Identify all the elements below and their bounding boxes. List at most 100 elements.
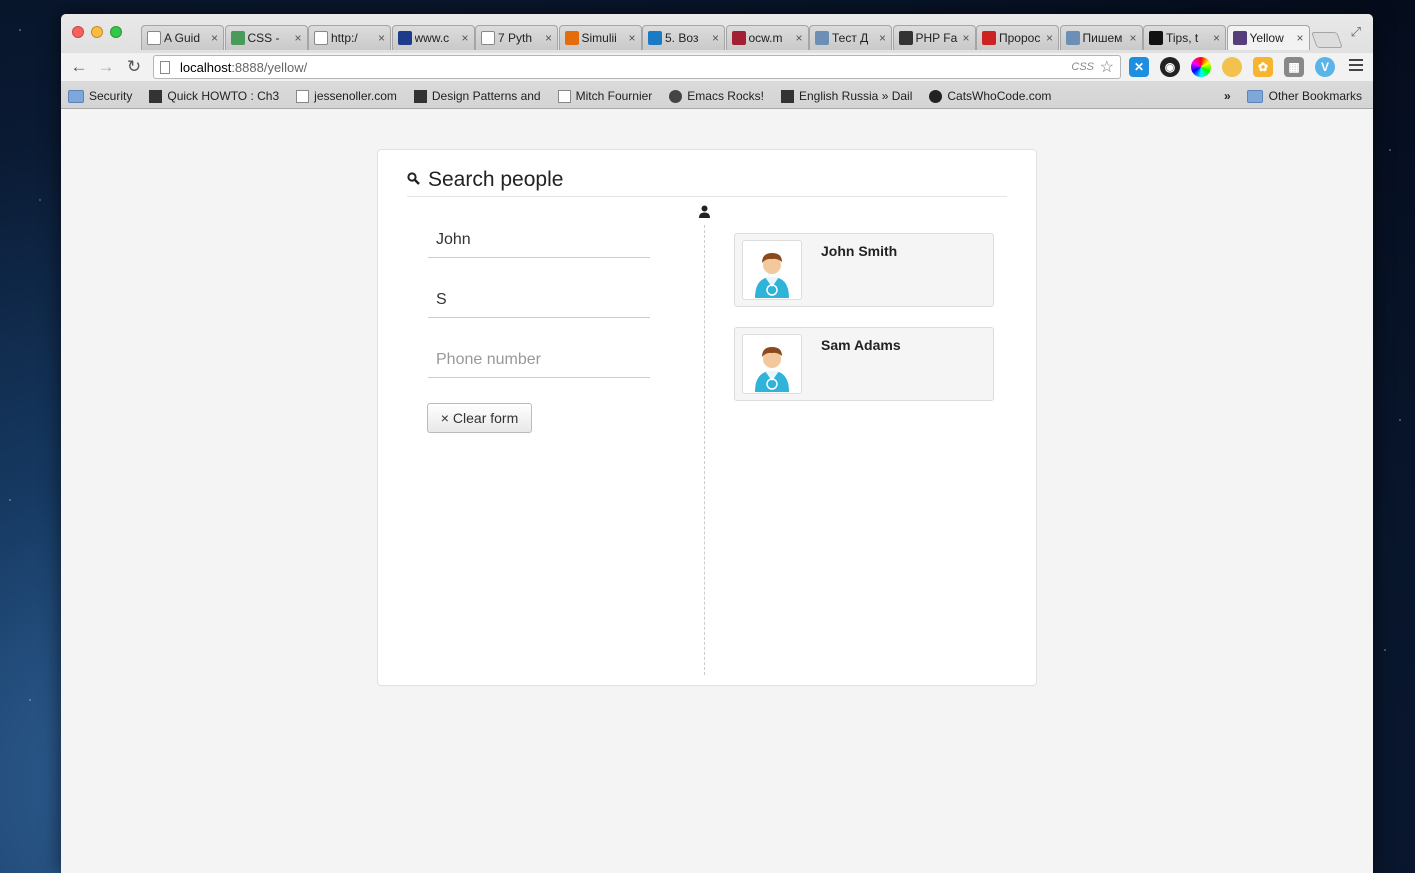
bookmark-label: CatsWhoCode.com: [947, 89, 1052, 103]
css-indicator[interactable]: CSS: [1071, 61, 1094, 73]
tab-title: Yellow: [1249, 31, 1284, 45]
bookmark-item[interactable]: Mitch Fournier: [557, 89, 653, 103]
browser-tab[interactable]: Пишем ×: [1059, 25, 1143, 50]
browser-tab[interactable]: Tips, t ×: [1143, 25, 1226, 50]
tab-close-icon[interactable]: ×: [795, 31, 802, 45]
browser-tab[interactable]: http:/ ×: [308, 25, 391, 50]
tab-close-icon[interactable]: ×: [1296, 31, 1303, 45]
tab-strip: A Guid × CSS - × http:/× www.c × 7 Pyth × Simuli…: [141, 25, 1343, 50]
search-panel: Search people × Clear form: [377, 149, 1037, 686]
tab-close-icon[interactable]: ×: [211, 31, 218, 45]
extension-face-icon[interactable]: [1222, 57, 1242, 77]
clear-x-icon: ×: [440, 410, 449, 426]
address-bar[interactable]: localhost:8888/yellow/ CSS ☆: [153, 55, 1121, 79]
phone-number-input[interactable]: [428, 342, 650, 378]
bookmarks-right: » Other Bookmarks: [1224, 89, 1362, 103]
extension-color-icon[interactable]: ◉: [1160, 57, 1180, 77]
tab-close-icon[interactable]: ×: [1046, 31, 1053, 45]
bookmarks-overflow-button[interactable]: »: [1224, 89, 1231, 103]
column-divider: [704, 225, 705, 675]
bookmark-label: jessenoller.com: [314, 89, 397, 103]
extension-colorwheel-icon[interactable]: [1191, 57, 1211, 77]
tab-close-icon[interactable]: ×: [628, 31, 635, 45]
bookmark-item[interactable]: Security: [68, 89, 132, 103]
site-icon: [413, 89, 427, 103]
tab-title: ocw.m: [748, 31, 783, 45]
tab-close-icon[interactable]: ×: [545, 31, 552, 45]
tab-close-icon[interactable]: ×: [1213, 31, 1220, 45]
bookmark-item[interactable]: Quick HOWTO : Ch3: [149, 89, 279, 103]
maximize-window-button[interactable]: [110, 26, 122, 38]
close-window-button[interactable]: [72, 26, 84, 38]
tab-title: PHP Fa: [915, 31, 958, 45]
tab-close-icon[interactable]: ×: [879, 31, 886, 45]
extensions-bar: ✕ ◉ ✿ ▦ V: [1129, 57, 1335, 77]
page-icon: [314, 31, 328, 45]
minimize-window-button[interactable]: [91, 26, 103, 38]
result-card[interactable]: Sam Adams: [734, 327, 994, 401]
extension-grid-icon[interactable]: ▦: [1284, 57, 1304, 77]
f3-icon: [898, 31, 913, 45]
clear-form-button[interactable]: × Clear form: [427, 403, 532, 433]
first-name-input[interactable]: [428, 222, 650, 258]
menu-icon[interactable]: [1349, 59, 1363, 74]
browser-tab[interactable]: CSS - ×: [224, 25, 308, 50]
new-tab-button[interactable]: [1311, 32, 1343, 48]
url-host: localhost: [180, 59, 232, 75]
result-card[interactable]: John Smith: [734, 233, 994, 307]
fullscreen-icon[interactable]: ⤢: [1351, 24, 1361, 40]
page-icon: [296, 89, 310, 103]
window-controls: [72, 26, 122, 38]
browser-tab[interactable]: 5. Boз ×: [642, 25, 725, 50]
tab-close-icon[interactable]: ×: [712, 31, 719, 45]
tab-close-icon[interactable]: ×: [461, 31, 468, 45]
extension-v-icon[interactable]: V: [1315, 57, 1335, 77]
tab-title: Simulii: [581, 31, 617, 45]
last-name-input[interactable]: [428, 282, 650, 318]
bookmark-item[interactable]: Emacs Rocks!: [669, 89, 764, 103]
page-icon: [557, 89, 571, 103]
bookmark-item[interactable]: Design Patterns and: [413, 89, 541, 103]
tab-close-icon[interactable]: ×: [294, 31, 301, 45]
bookmark-item[interactable]: English Russia » Dail: [780, 89, 912, 103]
tab-title: Пишем: [1082, 31, 1123, 45]
reload-icon[interactable]: ↻: [124, 57, 144, 77]
browser-tab[interactable]: Simulii ×: [558, 25, 642, 50]
extension-paw-icon[interactable]: ✿: [1253, 57, 1273, 77]
bookmark-star-icon[interactable]: ☆: [1100, 57, 1114, 77]
globe-icon: [230, 31, 245, 45]
page-icon: [481, 31, 495, 45]
browser-tab[interactable]: ocw.m ×: [725, 25, 809, 50]
clear-form-label: Clear form: [452, 410, 519, 426]
bookmark-label: Security: [89, 89, 133, 103]
browser-tab[interactable]: A Guid ×: [141, 25, 224, 50]
tab-close-icon[interactable]: ×: [1129, 31, 1136, 45]
tab-title: Tips, t: [1166, 31, 1199, 45]
page-content: Search people × Clear form: [61, 110, 1373, 873]
other-bookmarks-label[interactable]: Other Bookmarks: [1269, 89, 1362, 103]
result-name: Sam Adams: [821, 337, 901, 353]
bookmarks-bar: Security Quick HOWTO : Ch3 jessenoller.com…: [61, 84, 1373, 108]
browser-tab[interactable]: PHP Fa ×: [892, 25, 976, 50]
paw-icon: [929, 89, 943, 103]
extension-x-icon[interactable]: ✕: [1129, 57, 1149, 77]
bookmark-item[interactable]: jessenoller.com: [296, 89, 397, 103]
tab-title: 7 Pyth: [498, 31, 533, 45]
browser-tab[interactable]: Пророс ×: [976, 25, 1059, 50]
browser-tab[interactable]: Yellow ×: [1226, 25, 1310, 50]
panel-title: Search people: [428, 168, 564, 191]
back-arrow-icon[interactable]: ←: [69, 57, 89, 77]
bookmark-item[interactable]: CatsWhoCode.com: [929, 89, 1051, 103]
forward-arrow-icon[interactable]: →: [96, 57, 116, 77]
browser-tab[interactable]: 7 Pyth ×: [475, 25, 558, 50]
tab-close-icon[interactable]: ×: [962, 31, 969, 45]
avatar-icon: [742, 334, 802, 394]
avatar-icon: [742, 240, 802, 300]
browser-tab[interactable]: Тест Д ×: [809, 25, 892, 50]
user-icon: [698, 205, 711, 221]
browser-tab[interactable]: www.c ×: [391, 25, 475, 50]
bookmark-label: Mitch Fournier: [575, 89, 653, 103]
tab-title: 5. Boз: [665, 31, 699, 45]
bookmark-label: Quick HOWTO : Ch3: [167, 89, 280, 103]
tab-close-icon[interactable]: ×: [378, 31, 385, 45]
